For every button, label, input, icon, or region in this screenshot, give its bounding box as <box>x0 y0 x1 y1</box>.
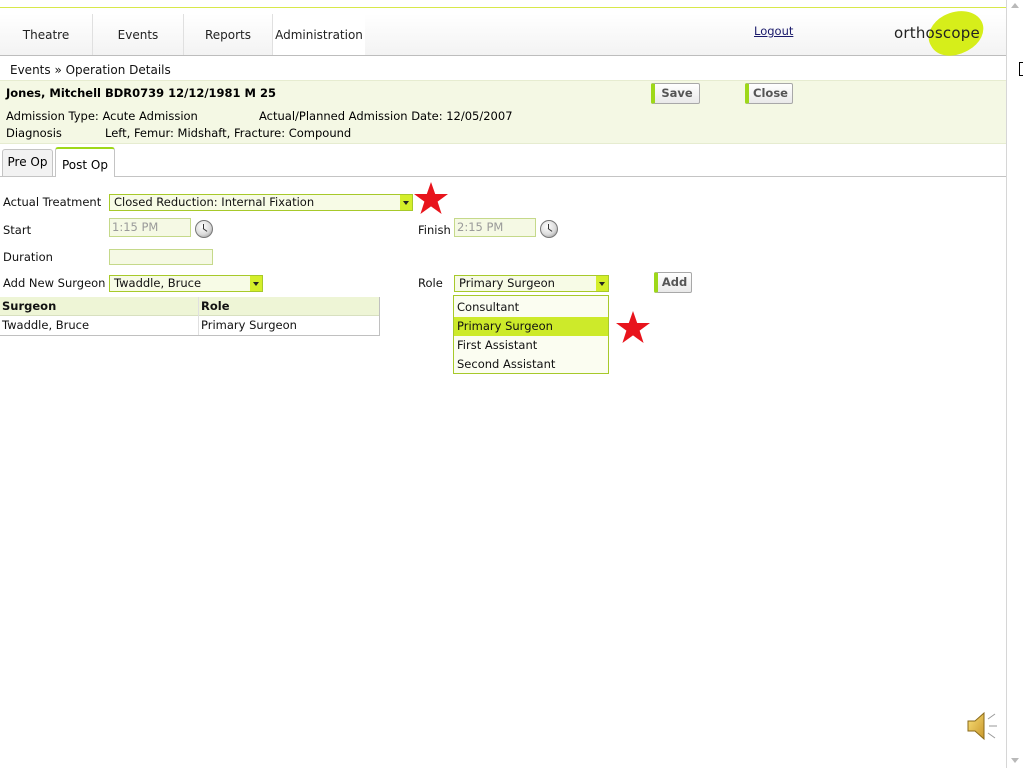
nav-tab-events[interactable]: Events <box>93 14 184 55</box>
actual-treatment-label: Actual Treatment <box>3 195 102 209</box>
text-cursor-icon <box>1019 62 1023 76</box>
speaker-icon[interactable] <box>964 708 1000 744</box>
finish-time-input[interactable]: 2:15 PM <box>454 218 536 237</box>
subtab-divider <box>0 176 1006 177</box>
tab-pre-op[interactable]: Pre Op <box>2 149 53 176</box>
add-new-surgeon-label: Add New Surgeon <box>3 276 106 290</box>
diagnosis-value: Left, Femur: Midshaft, Fracture: Compoun… <box>105 126 352 140</box>
add-new-surgeon-select[interactable]: Twaddle, Bruce <box>109 275 263 292</box>
breadcrumb: Events » Operation Details <box>10 63 171 77</box>
table-row-surgeon[interactable]: Twaddle, Bruce <box>2 318 89 332</box>
header-role: Role <box>201 299 230 313</box>
role-option-first-assistant[interactable]: First Assistant <box>454 336 608 355</box>
nav-tab-reports[interactable]: Reports <box>184 14 273 55</box>
star-icon <box>414 182 448 214</box>
tab-post-op[interactable]: Post Op <box>55 147 115 177</box>
start-label: Start <box>3 223 32 237</box>
close-button[interactable]: Close <box>745 83 793 104</box>
role-dropdown-list: Consultant Primary Surgeon First Assista… <box>453 295 609 374</box>
save-button[interactable]: Save <box>651 83 700 104</box>
dropdown-arrow-icon[interactable] <box>250 276 262 291</box>
surgeon-table-header <box>0 297 379 316</box>
duration-label: Duration <box>3 250 53 264</box>
logo-text: orthoscope <box>894 24 980 42</box>
table-row-role[interactable]: Primary Surgeon <box>201 318 297 332</box>
start-clock-icon[interactable] <box>195 220 213 238</box>
app-logo: orthoscope <box>858 1 998 65</box>
diagnosis-label: Diagnosis <box>6 126 62 140</box>
top-accent-line <box>0 7 1006 8</box>
patient-name: Jones, Mitchell BDR0739 12/12/1981 M 25 <box>6 86 277 100</box>
role-option-primary-surgeon[interactable]: Primary Surgeon <box>454 317 608 336</box>
scroll-down-icon[interactable] <box>1011 758 1019 763</box>
actual-treatment-value: Closed Reduction: Internal Fixation <box>114 195 315 209</box>
column-divider <box>198 297 199 335</box>
logout-link[interactable]: Logout <box>754 24 793 38</box>
add-surgeon-button[interactable]: Add <box>654 272 692 293</box>
header-surgeon: Surgeon <box>2 299 57 313</box>
admission-date: Actual/Planned Admission Date: 12/05/200… <box>259 109 513 123</box>
admission-type: Admission Type: Acute Admission <box>6 109 198 123</box>
role-option-consultant[interactable]: Consultant <box>454 298 608 317</box>
nav-tab-administration[interactable]: Administration <box>273 14 365 55</box>
main-nav: Theatre Events Reports Administration <box>0 14 1006 56</box>
role-option-second-assistant[interactable]: Second Assistant <box>454 355 608 374</box>
role-select[interactable]: Primary Surgeon <box>454 275 609 292</box>
add-new-surgeon-value: Twaddle, Bruce <box>114 276 202 290</box>
start-time-input[interactable]: 1:15 PM <box>109 218 191 237</box>
role-label: Role <box>418 276 443 290</box>
vertical-scrollbar[interactable] <box>1006 0 1024 768</box>
dropdown-arrow-icon[interactable] <box>596 276 608 291</box>
role-value: Primary Surgeon <box>459 276 555 290</box>
nav-tab-theatre[interactable]: Theatre <box>0 14 93 55</box>
finish-clock-icon[interactable] <box>540 220 558 238</box>
duration-input[interactable] <box>109 249 213 265</box>
finish-label: Finish <box>418 223 451 237</box>
dropdown-arrow-icon[interactable] <box>400 195 412 210</box>
scroll-up-icon[interactable] <box>1011 3 1019 8</box>
actual-treatment-select[interactable]: Closed Reduction: Internal Fixation <box>109 194 413 211</box>
star-icon <box>616 311 650 343</box>
surgeon-table: Surgeon Role Twaddle, Bruce Primary Surg… <box>0 297 380 336</box>
